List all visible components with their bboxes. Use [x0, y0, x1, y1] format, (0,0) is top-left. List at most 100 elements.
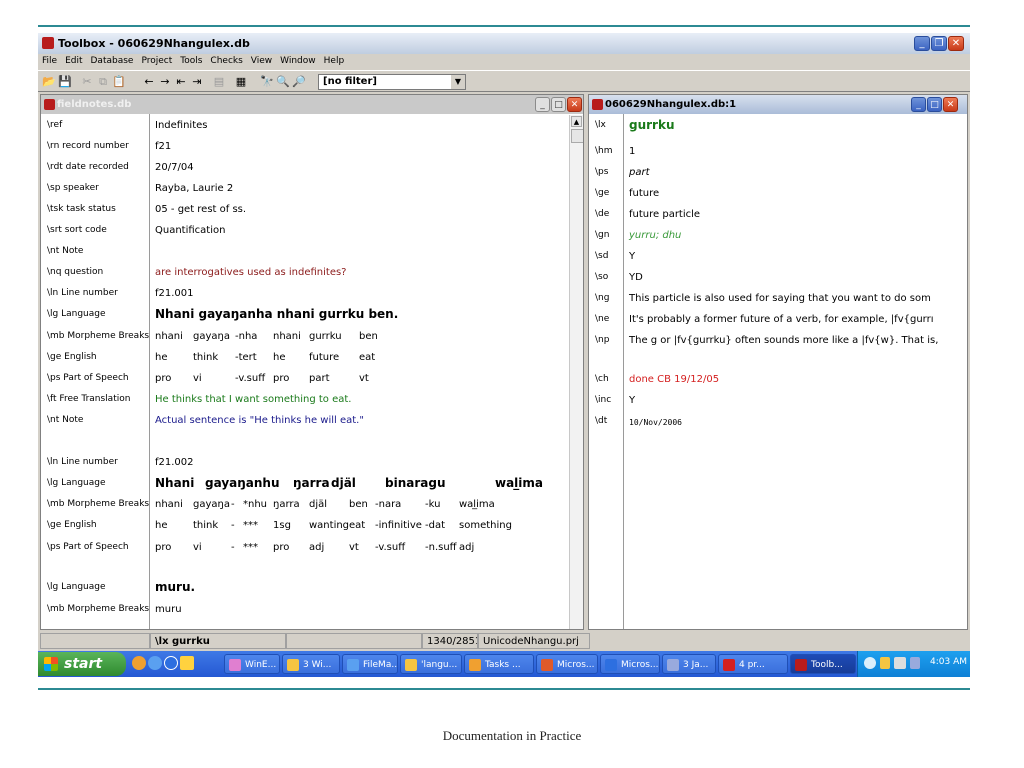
- gloss-word[interactable]: ben: [349, 499, 368, 510]
- field-value[interactable]: 05 - get rest of ss.: [155, 204, 246, 215]
- chevron-down-icon[interactable]: ▼: [451, 75, 465, 89]
- gloss-word[interactable]: wanting: [309, 520, 349, 531]
- gloss-word[interactable]: djäl: [309, 499, 327, 510]
- quicklaunch-icon[interactable]: [148, 656, 162, 670]
- cut-icon[interactable]: ✂: [80, 74, 94, 89]
- menu-database[interactable]: Database: [87, 54, 138, 68]
- start-button[interactable]: start: [38, 652, 126, 676]
- menu-view[interactable]: View: [247, 54, 276, 68]
- previous-record-icon[interactable]: ←: [142, 74, 156, 89]
- field-value[interactable]: f21.002: [155, 457, 194, 468]
- quicklaunch-icon[interactable]: [132, 656, 146, 670]
- minimize-icon[interactable]: _: [914, 36, 930, 51]
- gloss-word[interactable]: adj: [309, 542, 324, 553]
- gloss-word[interactable]: -: [231, 520, 235, 531]
- menu-checks[interactable]: Checks: [206, 54, 246, 68]
- gloss-word[interactable]: eat: [349, 520, 365, 531]
- quicklaunch-icon[interactable]: [180, 656, 194, 670]
- volume-icon[interactable]: [894, 657, 906, 669]
- pane-maximize-icon[interactable]: □: [551, 97, 566, 112]
- field-value[interactable]: 20/7/04: [155, 162, 194, 173]
- last-record-icon[interactable]: ⇥: [190, 74, 204, 89]
- field-value[interactable]: muru.: [155, 580, 195, 594]
- gloss-word[interactable]: future: [309, 352, 339, 363]
- gloss-word[interactable]: -nara: [375, 499, 401, 510]
- gloss-word[interactable]: -dat: [425, 520, 445, 531]
- gloss-word[interactable]: eat: [359, 352, 375, 363]
- gloss-word[interactable]: nhani: [273, 331, 301, 342]
- gloss-word[interactable]: pro: [273, 373, 289, 384]
- gloss-word[interactable]: -infinitive: [375, 520, 422, 531]
- open-icon[interactable]: 📂: [42, 74, 56, 89]
- gloss-word[interactable]: ***: [243, 542, 258, 553]
- gloss-word[interactable]: ŋarra: [293, 476, 330, 490]
- field-value[interactable]: Indefinites: [155, 120, 208, 131]
- menu-file[interactable]: File: [38, 54, 61, 68]
- gloss-word[interactable]: binaragu: [385, 476, 446, 490]
- taskbar-item[interactable]: 3 Wi...: [282, 654, 340, 674]
- first-record-icon[interactable]: ⇤: [174, 74, 188, 89]
- field-value[interactable]: f21.001: [155, 288, 194, 299]
- taskbar-item[interactable]: FileMa...: [342, 654, 398, 674]
- menu-window[interactable]: Window: [276, 54, 320, 68]
- gloss-word[interactable]: he: [155, 520, 168, 531]
- taskbar-item[interactable]: WinE...: [224, 654, 280, 674]
- field-value[interactable]: done CB 19/12/05: [629, 374, 719, 385]
- field-value[interactable]: Y: [629, 251, 635, 262]
- fieldnotes-scrollbar[interactable]: ▲: [569, 115, 583, 629]
- gloss-word[interactable]: -nha: [235, 331, 257, 342]
- browse-icon[interactable]: ▦: [234, 74, 248, 89]
- gloss-word[interactable]: nhani: [155, 499, 183, 510]
- field-value[interactable]: muru: [155, 604, 182, 615]
- gloss-word[interactable]: ben: [359, 331, 378, 342]
- gloss-word[interactable]: gurrku: [309, 331, 342, 342]
- field-value[interactable]: Nhani gayaŋanha nhani gurrku ben.: [155, 307, 398, 321]
- field-value[interactable]: future particle: [629, 209, 700, 220]
- gloss-word[interactable]: -tert: [235, 352, 257, 363]
- find-icon[interactable]: 🔭: [260, 74, 274, 89]
- field-value[interactable]: Y: [629, 395, 635, 406]
- scroll-thumb[interactable]: [571, 129, 583, 143]
- gloss-word[interactable]: adj: [459, 542, 474, 553]
- find-next-icon[interactable]: 🔍: [276, 74, 290, 89]
- gloss-word[interactable]: gayaŋa: [193, 499, 230, 510]
- gloss-word[interactable]: -ku: [425, 499, 440, 510]
- field-value[interactable]: He thinks that I want something to eat.: [155, 394, 351, 405]
- pane-minimize-icon[interactable]: _: [911, 97, 926, 112]
- gloss-word[interactable]: think: [193, 352, 218, 363]
- next-record-icon[interactable]: →: [158, 74, 172, 89]
- menu-help[interactable]: Help: [320, 54, 349, 68]
- gloss-word[interactable]: 1sg: [273, 520, 291, 531]
- gloss-word[interactable]: djäl: [331, 476, 356, 490]
- field-value[interactable]: The g or |fv{gurrku} often sounds more l…: [629, 335, 938, 346]
- gloss-word[interactable]: pro: [155, 373, 171, 384]
- gloss-word[interactable]: -n.suff: [425, 542, 457, 553]
- gloss-word[interactable]: -v.suff: [235, 373, 265, 384]
- taskbar-item[interactable]: 4 pr...: [718, 654, 788, 674]
- field-value[interactable]: This particle is also used for saying th…: [629, 293, 931, 304]
- pane-minimize-icon[interactable]: _: [535, 97, 550, 112]
- field-value[interactable]: Actual sentence is "He thinks he will ea…: [155, 415, 364, 426]
- field-value[interactable]: 10/Nov/2006: [629, 418, 682, 427]
- field-value[interactable]: It's probably a former future of a verb,…: [629, 314, 934, 325]
- gloss-word[interactable]: vi: [193, 373, 202, 384]
- field-value[interactable]: YD: [629, 272, 643, 283]
- paste-icon[interactable]: 📋: [112, 74, 126, 89]
- field-value[interactable]: 1: [629, 146, 635, 157]
- gloss-word[interactable]: nhani: [155, 331, 183, 342]
- gloss-word[interactable]: vi: [193, 542, 202, 553]
- gloss-word[interactable]: he: [273, 352, 286, 363]
- gloss-word[interactable]: gayaŋa: [193, 331, 230, 342]
- field-value[interactable]: are interrogatives used as indefinites?: [155, 267, 346, 278]
- taskbar-item[interactable]: Micros...: [600, 654, 660, 674]
- restore-icon[interactable]: ❐: [931, 36, 947, 51]
- save-icon[interactable]: 💾: [58, 74, 72, 89]
- gloss-word[interactable]: vt: [359, 373, 369, 384]
- gloss-word[interactable]: wal̲ima: [459, 499, 495, 510]
- gloss-word[interactable]: ***: [243, 520, 258, 531]
- gloss-word[interactable]: -v.suff: [375, 542, 405, 553]
- tray-arrow-icon[interactable]: [864, 657, 876, 669]
- field-value[interactable]: future: [629, 188, 659, 199]
- close-icon[interactable]: ✕: [948, 36, 964, 51]
- gloss-word[interactable]: part: [309, 373, 330, 384]
